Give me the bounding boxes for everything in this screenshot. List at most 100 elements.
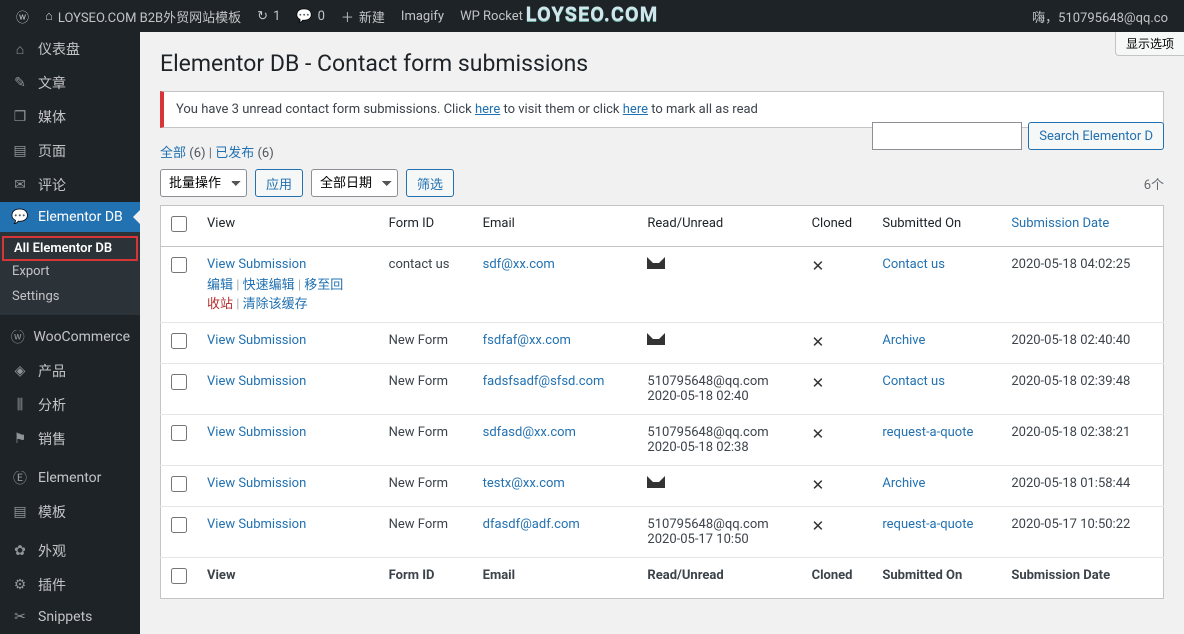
email-link[interactable]: fsdfaf@xx.com <box>483 333 571 348</box>
sidebar-item[interactable]: ❐ 媒体 <box>0 100 140 134</box>
select-all-checkbox-bottom[interactable] <box>171 568 187 584</box>
screen-options-button[interactable]: 显示选项 <box>1115 32 1184 56</box>
cell-date: 2020-05-18 02:40:40 <box>1001 323 1163 364</box>
submitted-on-link[interactable]: Archive <box>882 476 925 491</box>
admin-topbar: ⓦ ⌂LOYSEO.COM B2B外贸网站模板 ↻1 💬0 ＋新建 Imagif… <box>0 0 1184 32</box>
move-link[interactable]: 移至回 <box>304 278 343 293</box>
trash-link[interactable]: 收站 <box>207 297 233 312</box>
sidebar-item[interactable]: ⚙插件 <box>0 568 140 602</box>
sidebar-item-label: 插件 <box>38 575 66 595</box>
submitted-on-link[interactable]: request-a-quote <box>882 517 973 532</box>
menu-icon: ❐ <box>10 109 30 125</box>
sidebar-sub-item[interactable]: All Elementor DB <box>2 236 138 261</box>
close-icon: ✕ <box>812 425 825 443</box>
row-checkbox[interactable] <box>171 517 187 533</box>
imagify-link[interactable]: Imagify <box>393 0 452 32</box>
col-read: Read/Unread <box>637 206 801 247</box>
notice-visit-link[interactable]: here <box>475 102 500 117</box>
view-submission-link[interactable]: View Submission <box>207 517 306 532</box>
quick-edit-link[interactable]: 快速编辑 <box>243 278 295 293</box>
close-icon: ✕ <box>812 374 825 392</box>
sidebar-item-label: 媒体 <box>38 107 66 127</box>
table-row: View Submission编辑 | 快速编辑 | 移至回收站 | 清除该缓存… <box>161 247 1164 323</box>
close-icon: ✕ <box>812 333 825 351</box>
cell-date: 2020-05-18 04:02:25 <box>1001 247 1163 323</box>
view-submission-link[interactable]: View Submission <box>207 425 306 440</box>
row-checkbox[interactable] <box>171 333 187 349</box>
sidebar-item[interactable]: ⓦWooCommerce <box>0 320 140 354</box>
cell-form-id: contact us <box>379 247 473 323</box>
sidebar-item[interactable]: ▤模板 <box>0 495 140 529</box>
sidebar-item[interactable]: ✂Snippets <box>0 602 140 632</box>
updates-link[interactable]: ↻1 <box>249 0 288 32</box>
col-submitted-on: Submitted On <box>872 206 1001 247</box>
row-checkbox[interactable] <box>171 476 187 492</box>
cell-form-id: New Form <box>379 323 473 364</box>
sidebar-sub-item[interactable]: Settings <box>0 284 140 309</box>
submitted-on-link[interactable]: Archive <box>882 333 925 348</box>
row-checkbox[interactable] <box>171 425 187 441</box>
sidebar-item-label: 销售 <box>38 429 66 449</box>
edit-link[interactable]: 编辑 <box>207 278 233 293</box>
sidebar-item[interactable]: ⒺElementor <box>0 461 140 495</box>
menu-icon: ✿ <box>10 543 30 559</box>
sidebar-item-label: Elementor DB <box>38 209 123 225</box>
new-content-link[interactable]: ＋新建 <box>333 0 393 32</box>
mail-icon <box>647 333 665 345</box>
sidebar-item[interactable]: ✿ 外观 <box>0 534 140 568</box>
menu-icon: ✉ <box>10 177 30 193</box>
bulk-action-select[interactable]: 批量操作 <box>160 169 247 197</box>
sidebar-item[interactable]: ⌂仪表盘 <box>0 32 140 66</box>
email-link[interactable]: fadsfsadf@sfsd.com <box>483 374 605 389</box>
site-name-link[interactable]: ⌂LOYSEO.COM B2B外贸网站模板 <box>37 0 249 32</box>
search-button[interactable]: Search Elementor D <box>1028 122 1164 150</box>
sidebar-item[interactable]: ◈产品 <box>0 354 140 388</box>
select-all-checkbox[interactable] <box>171 216 187 232</box>
watermark: LOYSEO.COM <box>526 2 659 26</box>
menu-icon: Ⓔ <box>10 468 30 488</box>
sidebar-item-elementor-db[interactable]: 💬 Elementor DB <box>0 202 140 232</box>
email-link[interactable]: sdfasd@xx.com <box>483 425 576 440</box>
view-submission-link[interactable]: View Submission <box>207 257 306 272</box>
view-submission-link[interactable]: View Submission <box>207 333 306 348</box>
filter-all-link[interactable]: 全部 <box>160 146 186 161</box>
sidebar-item-label: 外观 <box>38 541 66 561</box>
bulk-apply-button[interactable]: 应用 <box>255 169 303 197</box>
menu-icon: ▤ <box>10 143 30 159</box>
sidebar-sub-item[interactable]: Export <box>0 259 140 284</box>
cell-form-id: New Form <box>379 466 473 507</box>
row-checkbox[interactable] <box>171 257 187 273</box>
account-link[interactable]: 嗨，510795648@qq.co <box>1024 0 1176 32</box>
submitted-on-link[interactable]: request-a-quote <box>882 425 973 440</box>
purge-cache-link[interactable]: 清除该缓存 <box>243 297 308 312</box>
email-link[interactable]: dfasdf@adf.com <box>483 517 580 532</box>
view-submission-link[interactable]: View Submission <box>207 476 306 491</box>
sidebar-item[interactable]: ▤页面 <box>0 134 140 168</box>
cell-form-id: New Form <box>379 507 473 558</box>
sidebar-item[interactable]: ✉评论 <box>0 168 140 202</box>
view-submission-link[interactable]: View Submission <box>207 374 306 389</box>
close-icon: ✕ <box>812 517 825 535</box>
notice-markread-link[interactable]: here <box>623 102 648 117</box>
close-icon: ✕ <box>812 476 825 494</box>
comments-link[interactable]: 💬0 <box>288 0 333 32</box>
wp-logo-icon[interactable]: ⓦ <box>8 0 37 32</box>
filter-button[interactable]: 筛选 <box>406 169 454 197</box>
email-link[interactable]: testx@xx.com <box>483 476 565 491</box>
col-submission-date[interactable]: Submission Date <box>1001 206 1163 247</box>
date-filter-select[interactable]: 全部日期 <box>311 169 398 197</box>
sidebar-item[interactable]: ⫼分析 <box>0 388 140 422</box>
email-link[interactable]: sdf@xx.com <box>483 257 555 272</box>
search-input[interactable] <box>872 122 1022 150</box>
sidebar-item[interactable]: ✎文章 <box>0 66 140 100</box>
home-icon: ⌂ <box>45 8 53 24</box>
cell-form-id: New Form <box>379 415 473 466</box>
submissions-table: View Form ID Email Read/Unread Cloned Su… <box>160 205 1164 599</box>
submitted-on-link[interactable]: Contact us <box>882 374 945 389</box>
menu-icon: ✎ <box>10 75 30 91</box>
filter-published-link[interactable]: 已发布 <box>215 146 254 161</box>
submitted-on-link[interactable]: Contact us <box>882 257 945 272</box>
sidebar-item[interactable]: ⚑销售 <box>0 422 140 456</box>
row-checkbox[interactable] <box>171 374 187 390</box>
wprocket-link[interactable]: WP Rocket <box>452 0 531 32</box>
